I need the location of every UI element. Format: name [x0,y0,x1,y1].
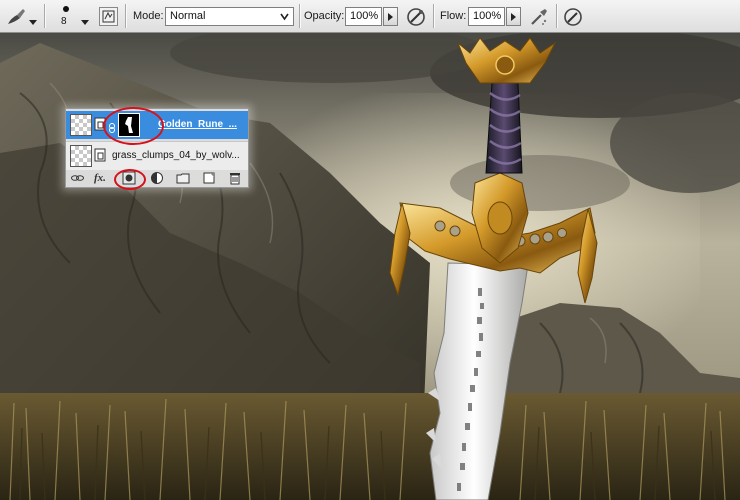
new-layer-icon[interactable] [202,171,216,185]
chevron-down-icon [280,13,289,21]
layer-row-grass-clumps[interactable]: grass_clumps_04_by_wolv... [66,141,248,170]
delete-layer-icon[interactable] [228,171,242,185]
layer-thumbnail [70,114,92,136]
separator [125,4,126,28]
tablet-pressure-opacity-icon[interactable] [405,6,427,28]
toggle-brush-panel-button[interactable] [99,7,118,26]
brush-preset-picker[interactable]: 8 [56,3,80,31]
new-group-icon[interactable] [176,171,190,185]
opacity-input[interactable]: 100% [345,7,382,26]
separator [44,4,45,28]
tool-options-bar: 8 Mode: Normal Opacity: 100% Flow: 100% [0,0,740,33]
link-layers-icon[interactable] [70,171,84,185]
layer-thumbnail [70,145,92,167]
opacity-slider-button[interactable] [383,7,398,26]
chevron-down-icon[interactable] [29,13,37,31]
separator [433,4,434,28]
layer-name: Golden_Rune_... [158,119,237,130]
layers-panel-footer: fx. [66,170,248,187]
adjustment-layer-icon[interactable] [150,171,164,185]
toggle-brush-panel-icon [102,10,115,23]
layer-style-icon[interactable]: fx. [94,171,106,185]
brush-tip-icon [63,6,69,12]
brush-tool-icon[interactable] [5,6,27,28]
canvas-artwork [0,33,740,500]
chevron-down-icon[interactable] [81,13,89,31]
opacity-label: Opacity: [304,10,345,22]
separator [556,4,557,28]
layer-name: grass_clumps_04_by_wolv... [112,150,240,161]
brush-size-value: 8 [61,16,67,27]
airbrush-icon[interactable] [528,6,550,28]
mode-label: Mode: [133,10,164,22]
flow-input[interactable]: 100% [468,7,505,26]
smart-object-icon [94,148,106,162]
flow-label: Flow: [440,10,467,22]
tablet-pressure-size-icon[interactable] [562,6,584,28]
document-canvas[interactable]: Golden_Rune_... grass_clumps_04_by_wolv.… [0,33,740,500]
separator [299,4,300,28]
highlight-add-mask-button [114,169,146,190]
mode-value: Normal [170,10,206,22]
flow-slider-button[interactable] [506,7,521,26]
highlight-mask-thumbnail [103,107,164,145]
mode-dropdown[interactable]: Normal [165,7,294,26]
